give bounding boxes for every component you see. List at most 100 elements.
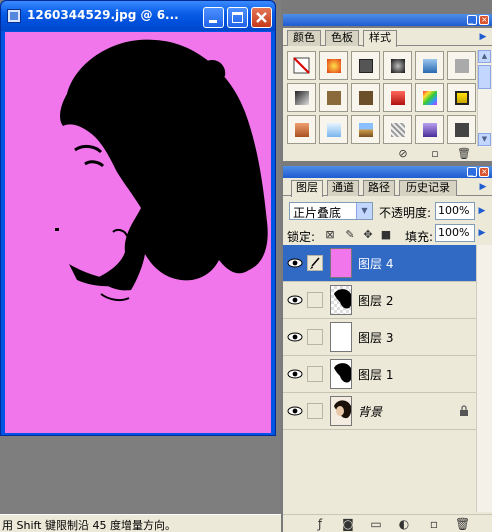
tab-swatches[interactable]: 色板: [325, 30, 359, 46]
layer-mask-icon[interactable]: ◙: [341, 517, 355, 531]
eye-icon[interactable]: [287, 405, 303, 417]
panel-menu-icon[interactable]: ▶: [477, 181, 489, 193]
maximize-button[interactable]: [227, 7, 248, 28]
layer-thumbnail: [330, 396, 352, 426]
panel-minimize-button[interactable]: _: [467, 15, 477, 25]
eye-icon[interactable]: [287, 294, 303, 306]
sky-blue-icon[interactable]: [319, 115, 348, 144]
link-box[interactable]: [307, 329, 323, 345]
link-box[interactable]: [307, 403, 323, 419]
dark-button-icon[interactable]: [383, 51, 412, 80]
layer-thumbnail: [330, 248, 352, 278]
gray-plain-icon[interactable]: [447, 51, 476, 80]
document-window: 1260344529.jpg @ 6...: [0, 0, 276, 436]
dark-gray-icon[interactable]: [447, 115, 476, 144]
eye-icon[interactable]: [287, 368, 303, 380]
blend-mode-select[interactable]: 正片叠底 ▼: [289, 202, 373, 220]
layer-row[interactable]: 背景: [283, 393, 476, 430]
rainbow-icon[interactable]: [415, 83, 444, 112]
fill-input[interactable]: 100%: [435, 224, 475, 242]
close-button[interactable]: [251, 7, 272, 28]
lock-transparency-icon[interactable]: ⊠: [323, 228, 337, 242]
document-icon: [7, 9, 21, 23]
pattern-icon[interactable]: [383, 115, 412, 144]
lock-move-icon[interactable]: ✥: [361, 228, 375, 242]
styles-panel-titlebar[interactable]: _ ×: [283, 14, 492, 26]
layer-name[interactable]: 图层 2: [358, 292, 393, 309]
new-group-icon[interactable]: ▭: [369, 517, 383, 531]
new-layer-icon[interactable]: ▫: [427, 517, 441, 531]
layer-row[interactable]: 图层 1: [283, 356, 476, 393]
styles-scrollbar[interactable]: ▲ ▼: [477, 50, 491, 147]
layer-thumbnail: [330, 285, 352, 315]
layer-row[interactable]: 图层 3: [283, 319, 476, 356]
panel-menu-icon[interactable]: ▶: [477, 31, 489, 43]
chevron-down-icon[interactable]: ▼: [356, 203, 372, 219]
panel-close-button[interactable]: ×: [479, 167, 489, 177]
fill-label: 填充:: [405, 230, 434, 244]
tab-color[interactable]: 颜色: [287, 30, 321, 46]
sunset-icon[interactable]: [287, 115, 316, 144]
lock-icon: [460, 405, 468, 416]
minimize-button[interactable]: [203, 7, 224, 28]
clear-style-icon[interactable]: ⊘: [397, 148, 409, 160]
trash-icon[interactable]: 🗑: [455, 517, 470, 531]
silhouette-image: [55, 39, 268, 302]
red-plastic-icon[interactable]: [383, 83, 412, 112]
opacity-input[interactable]: 100%: [435, 202, 475, 220]
close-icon: ×: [481, 167, 488, 176]
panel-minimize-button[interactable]: _: [467, 167, 477, 177]
bronze-icon[interactable]: [319, 83, 348, 112]
link-box[interactable]: [307, 366, 323, 382]
blend-mode-value: 正片叠底: [293, 206, 342, 220]
purple-glass-icon[interactable]: [415, 115, 444, 144]
layer-style-icon[interactable]: ƒ: [313, 517, 327, 531]
image-canvas[interactable]: [5, 32, 271, 433]
tab-paths[interactable]: 路径: [363, 180, 395, 196]
scroll-thumb[interactable]: [478, 65, 491, 89]
document-title: 1260344529.jpg @ 6...: [27, 8, 179, 22]
close-icon: ×: [481, 15, 488, 24]
gradient-gray-icon[interactable]: [287, 83, 316, 112]
layer-name[interactable]: 图层 1: [358, 366, 393, 383]
gray-bevel-icon[interactable]: [351, 51, 380, 80]
link-box[interactable]: [307, 292, 323, 308]
layer-name[interactable]: 背景: [358, 403, 382, 420]
tab-channels[interactable]: 通道: [327, 180, 359, 196]
styles-grid: [287, 51, 477, 146]
brush-icon[interactable]: [307, 255, 323, 271]
eye-icon[interactable]: [287, 331, 303, 343]
yellow-black-icon[interactable]: [447, 83, 476, 112]
opacity-label: 不透明度:: [379, 206, 432, 220]
silhouette-thumb: [334, 289, 351, 309]
fire-glow-icon[interactable]: [319, 51, 348, 80]
brown-texture-icon[interactable]: [351, 83, 380, 112]
panel-close-button[interactable]: ×: [479, 15, 489, 25]
adjustment-layer-icon[interactable]: ◐: [397, 517, 411, 531]
lock-all-icon[interactable]: ■: [379, 228, 393, 242]
trash-icon[interactable]: 🗑: [457, 148, 471, 160]
layers-scrollbar[interactable]: [476, 245, 492, 512]
blue-glass-icon[interactable]: [415, 51, 444, 80]
opacity-arrow-icon[interactable]: ▶: [477, 202, 487, 220]
eye-icon[interactable]: [287, 257, 303, 269]
layer-name[interactable]: 图层 3: [358, 329, 393, 346]
minimize-icon: _: [469, 167, 473, 176]
styles-tabbar: 颜色 色板 样式 ▶: [283, 28, 492, 47]
tab-layers[interactable]: 图层: [291, 180, 323, 197]
scroll-down-icon[interactable]: ▼: [478, 133, 491, 146]
document-titlebar[interactable]: 1260344529.jpg @ 6...: [1, 1, 275, 31]
layer-name[interactable]: 图层 4: [358, 255, 393, 272]
layers-tabbar: 图层 通道 路径 历史记录 ▶: [283, 178, 492, 197]
tab-styles[interactable]: 样式: [363, 30, 397, 47]
landscape-icon[interactable]: [351, 115, 380, 144]
layer-row[interactable]: 图层 2: [283, 282, 476, 319]
layer-row[interactable]: 图层 4: [283, 245, 476, 282]
no-style-icon[interactable]: [287, 51, 316, 80]
scroll-up-icon[interactable]: ▲: [478, 50, 491, 63]
fill-arrow-icon[interactable]: ▶: [477, 224, 487, 242]
layers-panel-titlebar[interactable]: _ ×: [283, 166, 492, 178]
new-style-icon[interactable]: ▫: [429, 148, 441, 160]
tab-history[interactable]: 历史记录: [399, 180, 457, 196]
lock-paint-icon[interactable]: ✎: [343, 228, 357, 242]
